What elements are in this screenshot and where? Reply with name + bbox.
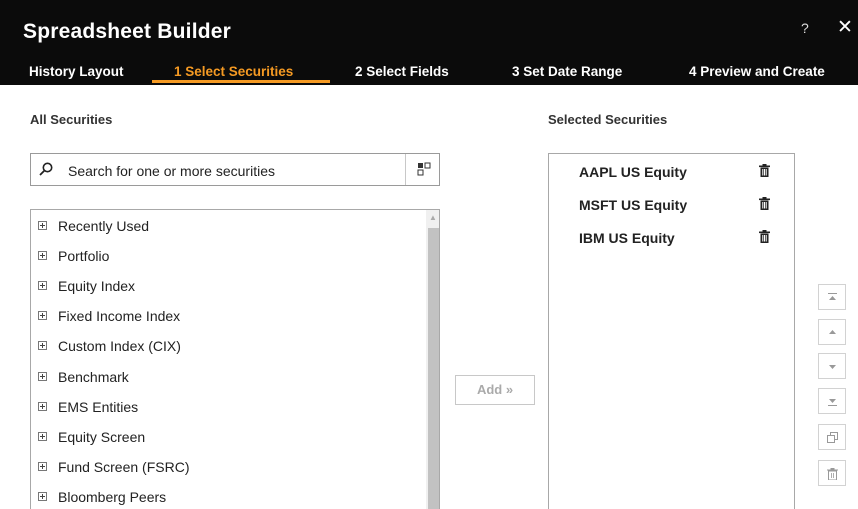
tree-item-equity-index[interactable]: Equity Index [31,272,411,300]
tab-set-date-range[interactable]: 3 Set Date Range [512,64,622,79]
list-item[interactable]: AAPL US Equity [549,156,794,186]
expand-icon[interactable] [38,402,47,411]
trash-icon[interactable] [759,197,770,210]
tree-item-label: Benchmark [58,369,129,385]
tree-item-label: Recently Used [58,218,150,234]
security-picker-icon[interactable] [417,162,431,176]
expand-icon[interactable] [38,281,47,290]
tree-item-fixed-income-index[interactable]: Fixed Income Index [31,302,411,330]
list-item[interactable]: MSFT US Equity [549,189,794,219]
tree-item-label: Equity Index [58,278,136,294]
move-up-button[interactable] [818,319,846,345]
tab-history-layout[interactable]: History Layout [29,64,124,79]
trash-icon[interactable] [759,230,770,243]
move-to-bottom-button[interactable] [818,388,846,414]
expand-icon[interactable] [38,221,47,230]
security-label: IBM US Equity [579,230,675,246]
tree-item-label: Portfolio [58,248,110,264]
expand-icon[interactable] [38,251,47,260]
search-divider [405,154,406,185]
expand-icon[interactable] [38,462,47,471]
delete-icon [827,468,838,480]
expand-icon[interactable] [38,492,47,501]
securities-tree[interactable]: Recently Used Portfolio Equity Index Fix… [30,209,440,509]
help-icon[interactable]: ? [801,20,809,36]
move-down-button[interactable] [818,353,846,379]
search-icon [39,162,53,176]
move-down-icon [829,365,836,369]
active-tab-indicator [152,80,330,83]
tree-item-label: Bloomberg Peers [58,489,167,505]
tree-item-fund-screen[interactable]: Fund Screen (FSRC) [31,453,411,481]
copy-icon [827,432,838,443]
close-icon[interactable]: ✕ [837,16,853,39]
tree-item-label: Custom Index (CIX) [58,338,181,354]
security-search-input[interactable]: Search for one or more securities [30,153,440,186]
tree-item-label: Fund Screen (FSRC) [58,459,190,475]
tree-item-label: EMS Entities [58,399,139,415]
tree-item-bloomberg-peers[interactable]: Bloomberg Peers [31,483,411,509]
app-title: Spreadsheet Builder [23,20,232,43]
move-to-top-icon [828,293,837,300]
move-to-bottom-icon [828,399,837,406]
copy-button[interactable] [818,424,846,450]
scroll-up-arrow-icon[interactable]: ▲ [426,212,439,224]
tree-item-portfolio[interactable]: Portfolio [31,242,411,270]
tree-item-custom-index[interactable]: Custom Index (CIX) [31,332,411,360]
tab-select-fields[interactable]: 2 Select Fields [355,64,449,79]
tab-select-securities[interactable]: 1 Select Securities [174,64,293,79]
move-to-top-button[interactable] [818,284,846,310]
title-bar: Spreadsheet Builder ? ✕ History Layout 1… [0,0,858,85]
tree-item-label: Fixed Income Index [58,308,181,324]
selected-securities-heading: Selected Securities [548,112,668,127]
tree-item-label: Equity Screen [58,429,146,445]
tree-item-ems-entities[interactable]: EMS Entities [31,393,411,421]
expand-icon[interactable] [38,341,47,350]
list-item[interactable]: IBM US Equity [549,222,794,252]
security-label: MSFT US Equity [579,197,688,213]
move-up-icon [829,330,836,334]
selected-securities-list[interactable]: AAPL US Equity MSFT US Equity IBM US Equ… [548,153,795,509]
expand-icon[interactable] [38,432,47,441]
tree-item-benchmark[interactable]: Benchmark [31,363,411,391]
tree-item-recently-used[interactable]: Recently Used [31,212,411,240]
all-securities-heading: All Securities [30,112,113,127]
trash-icon[interactable] [759,164,770,177]
add-button[interactable]: Add » [455,375,535,405]
tab-preview-and-create[interactable]: 4 Preview and Create [689,64,825,79]
search-placeholder: Search for one or more securities [68,163,275,179]
security-label: AAPL US Equity [579,164,687,180]
scrollbar-thumb[interactable] [428,228,439,509]
expand-icon[interactable] [38,311,47,320]
expand-icon[interactable] [38,372,47,381]
tree-item-equity-screen[interactable]: Equity Screen [31,423,411,451]
wizard-steps: History Layout 1 Select Securities 2 Sel… [0,60,858,85]
delete-button[interactable] [818,460,846,486]
